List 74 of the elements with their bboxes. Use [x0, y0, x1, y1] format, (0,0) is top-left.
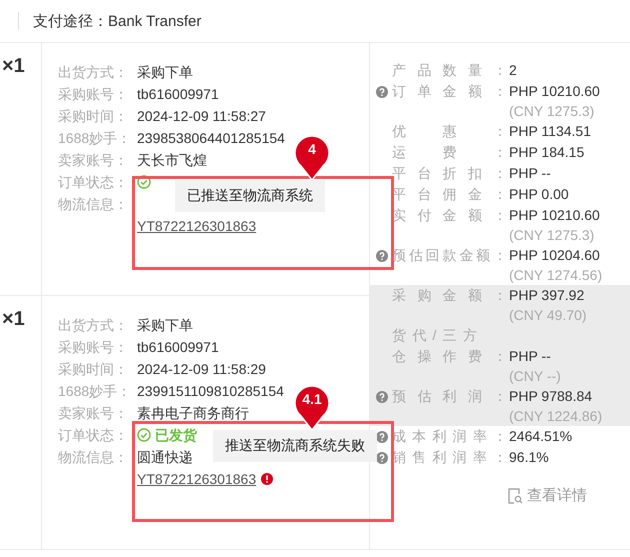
field-value: 天长市飞煌 — [137, 151, 207, 170]
field-value: 素冉电子商务商行 — [137, 404, 249, 423]
summary-value: PHP -- — [508, 164, 551, 183]
field-value: 2398538064401285154 — [137, 129, 285, 148]
field-label: 订单状态： — [58, 173, 129, 192]
step-number: 4.1 — [301, 391, 323, 407]
summary-label: 采购金额： — [392, 286, 507, 305]
field-label: 订单状态： — [58, 426, 129, 445]
field-value: 采购下单 — [137, 63, 193, 82]
summary-value: PHP 397.92 — [508, 286, 584, 305]
summary-label: 预估利润： — [392, 387, 507, 406]
summary-value: PHP -- — [508, 347, 551, 366]
carrier-name: 圆通快递 — [137, 448, 193, 467]
summary-label: 运费： — [392, 143, 507, 162]
summary-value: PHP 0.00 — [508, 185, 569, 204]
tracking-link[interactable]: YT8722126301863 — [137, 215, 256, 237]
summary-label: 产品数量： — [392, 61, 507, 80]
tooltip: 推送至物流商系统失败 — [213, 430, 377, 462]
field-value: tb616009971 — [137, 85, 219, 104]
field-label: 采购时间： — [58, 107, 129, 126]
summary-label: 预估回款金额： — [392, 246, 507, 265]
field-label: 卖家账号： — [58, 404, 129, 423]
summary-label: 仓操作费： — [392, 347, 507, 366]
tooltip: 已推送至物流商系统 — [175, 180, 325, 212]
summary-value: PHP 184.15 — [508, 143, 584, 162]
field-value: 2399151109810285154 — [137, 382, 284, 401]
field-label: 1688妙手： — [58, 129, 132, 148]
field-value: 2024-12-09 11:58:27 — [137, 107, 266, 126]
help-icon — [376, 452, 388, 464]
field-label: 卖家账号： — [58, 151, 129, 170]
step-number: 4 — [307, 141, 317, 157]
document-search-icon — [508, 488, 523, 504]
summary-value: PHP 10210.60 — [508, 206, 600, 225]
help-icon — [376, 430, 388, 442]
summary-label: 订单金额： — [392, 82, 507, 101]
summary-value: 96.1% — [508, 448, 549, 467]
summary-label: 成本利润率： — [392, 427, 507, 446]
summary-value: PHP 10204.60 — [508, 246, 600, 265]
summary-value: PHP 9788.84 — [508, 387, 592, 406]
payment-method: 支付途径：Bank Transfer — [33, 12, 202, 30]
field-value: tb616009971 — [137, 338, 219, 357]
summary-label: 平台折扣： — [392, 164, 507, 183]
cny-amount: (CNY 49.70) — [508, 306, 588, 325]
cny-amount: (CNY 1275.3) — [508, 102, 596, 121]
summary-value: PHP 10210.60 — [508, 82, 600, 101]
field-label: 1688妙手： — [58, 382, 132, 401]
quantity: ×1 — [2, 55, 25, 77]
summary-label: 优惠： — [392, 122, 507, 141]
help-icon — [376, 390, 388, 402]
summary-label: 货代/三方 — [392, 326, 477, 345]
summary-value: PHP 1134.51 — [508, 122, 591, 141]
cny-amount: (CNY 1275.3) — [508, 226, 596, 245]
field-label: 采购账号： — [58, 85, 129, 104]
order-status: 已发货 — [155, 426, 197, 445]
field-label: 采购账号： — [58, 338, 129, 357]
cny-amount: (CNY 1224.86) — [508, 407, 604, 426]
summary-value: 2464.51% — [508, 427, 572, 446]
field-value: 采购下单 — [137, 316, 193, 335]
field-label: 出货方式： — [58, 316, 129, 335]
help-icon — [376, 250, 388, 262]
error-icon — [261, 473, 274, 485]
field-value: 2024-12-09 11:58:29 — [137, 360, 266, 379]
cny-amount: (CNY 1274.56) — [508, 266, 604, 285]
help-icon — [376, 86, 388, 98]
field-label: 物流信息： — [58, 448, 129, 467]
field-label: 采购时间： — [58, 360, 129, 379]
tracking-link[interactable]: YT8722126301863 — [137, 468, 256, 490]
check-circle-icon — [137, 175, 151, 189]
cny-amount: (CNY --) — [508, 367, 562, 386]
field-label: 出货方式： — [58, 63, 129, 82]
quantity: ×1 — [2, 308, 25, 330]
summary-value: 2 — [508, 61, 517, 80]
check-circle-icon — [137, 428, 151, 442]
field-label: 物流信息： — [58, 195, 129, 214]
